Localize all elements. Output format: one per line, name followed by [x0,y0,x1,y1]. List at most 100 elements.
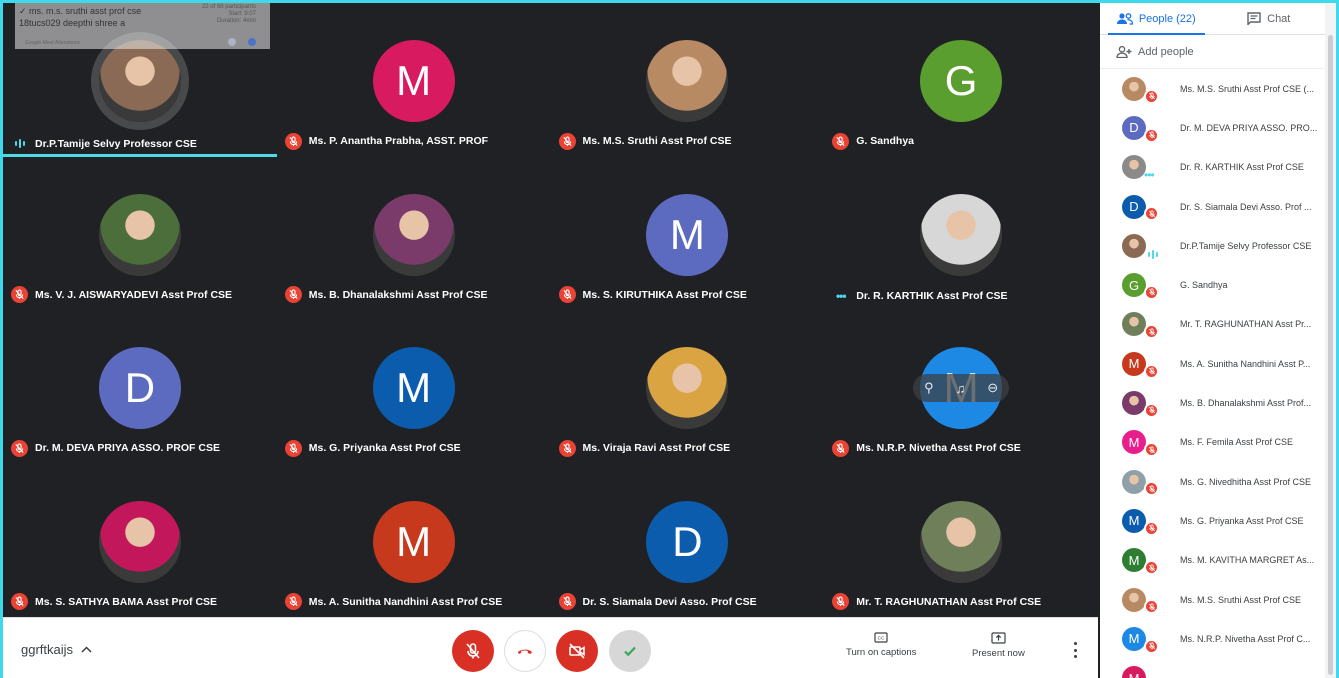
participant-tile[interactable]: Ms. Viraja Ravi Asst Prof CSE [551,310,825,464]
participant-list-item[interactable]: Ms. M.S. Sruthi Asst Prof CSE (... [1100,69,1325,108]
tile-name-label: ••• Dr. R. KARTHIK Asst Prof CSE [832,289,1008,303]
participant-avatar [1122,391,1146,416]
tab-people[interactable]: People (22) [1100,3,1213,35]
mic-off-icon [1144,402,1159,418]
mic-off-icon [466,643,480,659]
participant-status [1144,283,1159,301]
participant-list-item[interactable]: M Ms. N.R.P. Nivetha Asst Prof C... [1100,619,1325,658]
participant-list-name: G. Sandhya [1180,280,1228,291]
participant-tile[interactable]: G G. Sandhya [824,3,1098,157]
mute-participant-icon[interactable]: ♫ [956,381,966,396]
meeting-details-button[interactable]: ggrftkaijs [21,642,92,657]
participant-list-item[interactable]: M [1100,658,1325,678]
avatar-initial: G [1128,277,1140,293]
participant-list-item[interactable]: D Dr. S. Siamala Devi Asso. Prof ... [1100,187,1325,226]
participant-tile[interactable]: M Ms. P. Anantha Prabha, ASST. PROF [277,3,551,157]
participant-status [1144,323,1159,341]
participant-name: Ms. S. SATHYA BAMA Asst Prof CSE [35,595,218,608]
participant-tile[interactable]: Ms. M.S. Sruthi Asst Prof CSE [551,3,825,157]
participant-status [1144,401,1159,419]
participant-list-name: Dr.P.Tamije Selvy Professor CSE [1180,240,1312,251]
participant-list-name: Ms. M.S. Sruthi Asst Prof CSE (... [1180,83,1315,94]
avatar-initial: M [669,210,705,258]
participant-list-item[interactable]: Ms. B. Dhanalakshmi Asst Prof... [1100,383,1325,422]
participant-name: Ms. N.R.P. Nivetha Asst Prof CSE [856,442,1021,454]
connecting-dots-icon: ••• [835,289,847,303]
participant-name: Ms. V. J. AISWARYADEVI Asst Prof CSE [35,288,233,301]
participant-avatar [1122,233,1146,258]
attendance-info-icon[interactable] [248,38,256,46]
tile-name-label: Ms. Viraja Ravi Asst Prof CSE [558,439,730,457]
avatar-initial: M [396,364,432,411]
participant-status [1144,205,1159,223]
tile-name-label: Ms. A. Sunitha Nandhini Asst Prof CSE [284,593,502,610]
speaking-indicator-icon [1144,250,1161,260]
mic-off-icon [284,286,302,303]
avatar-initial: M [1128,631,1140,647]
attendance-line-1: ✓ ms. m.s. sruthi asst prof cse [19,6,142,16]
participant-status [1144,598,1159,616]
participant-tile[interactable]: D Dr. S. Siamala Devi Asso. Prof CSE [551,464,825,618]
present-label: Present now [972,648,1025,659]
mic-off-icon [832,439,850,457]
participant-list-item[interactable]: M Ms. M. KAVITHA MARGRET As... [1100,541,1325,580]
participant-status [1144,362,1159,380]
tab-chat[interactable]: Chat [1213,3,1326,34]
add-people-button[interactable]: Add people [1100,35,1325,69]
add-people-label: Add people [1138,45,1194,58]
people-panel: People (22) Chat Add people Ms. M.S. Sru… [1100,3,1325,678]
attendance-toggle-icon[interactable] [228,38,236,46]
people-icon [1116,12,1133,25]
avatar-initial: D [124,364,156,411]
participant-tile[interactable]: Ms. V. J. AISWARYADEVI Asst Prof CSE [3,157,277,311]
participant-list-item[interactable]: G G. Sandhya [1100,265,1325,304]
participant-tile[interactable]: Mr. T. RAGHUNATHAN Asst Prof CSE [824,464,1098,618]
scrollbar-thumb[interactable] [1328,35,1333,675]
participant-list-item[interactable]: M Ms. F. Femila Asst Prof CSE [1100,423,1325,462]
leave-call-button[interactable] [504,630,546,672]
participant-tile[interactable]: M Ms. G. Priyanka Asst Prof CSE [277,310,551,464]
participant-list-item[interactable]: M Ms. A. Sunitha Nandhini Asst P... [1100,344,1325,383]
participant-list-item[interactable]: D Dr. M. DEVA PRIYA ASSO. PRO... [1100,108,1325,147]
participant-tile[interactable]: Ms. B. Dhanalakshmi Asst Prof CSE [277,157,551,311]
captions-button[interactable]: CC Turn on captions [846,632,916,658]
participant-tile[interactable]: ••• Dr. R. KARTHIK Asst Prof CSE [824,157,1098,311]
participant-avatar: M [1122,626,1146,651]
tile-name-label: Ms. P. Anantha Prabha, ASST. PROF [284,132,488,150]
participant-tile[interactable]: M⚲♫⊖Ms. N.R.P. Nivetha Asst Prof CSE [824,310,1098,464]
participant-list-item[interactable]: ••• Dr. R. KARTHIK Asst Prof CSE [1100,148,1325,187]
mic-off-icon [1144,324,1159,340]
connecting-dots-icon: ••• [1144,167,1155,182]
participant-status [1144,244,1161,262]
participant-avatar: M [1122,666,1146,678]
mic-off-icon [11,593,28,610]
present-button[interactable]: Present now [972,632,1025,659]
participant-tile[interactable]: M Ms. S. KIRUTHIKA Asst Prof CSE [551,157,825,311]
mic-off-icon [284,439,302,457]
participant-list-item[interactable]: Dr.P.Tamije Selvy Professor CSE [1100,226,1325,265]
participant-list-item[interactable]: Ms. M.S. Sruthi Asst Prof CSE [1100,580,1325,619]
mic-toggle-button[interactable] [452,630,494,672]
attendance-overlay: ✓ ms. m.s. sruthi asst prof cse 18tucs02… [15,3,270,49]
participant-avatar [1122,312,1146,337]
participant-tile[interactable]: M Ms. A. Sunitha Nandhini Asst Prof CSE [277,464,551,618]
participant-list-item[interactable]: M Ms. G. Priyanka Asst Prof CSE [1100,501,1325,540]
more-options-icon[interactable] [1071,642,1079,658]
remove-icon[interactable]: ⊖ [987,380,998,396]
panel-scrollbar[interactable] [1325,3,1336,678]
mic-off-icon [284,593,302,610]
participant-list-item[interactable]: Ms. G. Nivedhitha Asst Prof CSE [1100,462,1325,501]
avatar-initial: M [1128,434,1140,450]
camera-toggle-button[interactable] [556,630,598,672]
participant-avatar [372,193,455,276]
tile-name-label: Ms. S. KIRUTHIKA Asst Prof CSE [558,286,747,303]
mic-off-icon [1144,88,1159,104]
participant-tile[interactable]: D Dr. M. DEVA PRIYA ASSO. PROF CSE [3,310,277,464]
tab-chat-label: Chat [1267,12,1291,25]
participant-tile[interactable]: Ms. S. SATHYA BAMA Asst Prof CSE [3,464,277,618]
participant-name: Mr. T. RAGHUNATHAN Asst Prof CSE [856,595,1042,608]
attendance-line-2: 18tucs029 deepthi shree a [19,18,126,28]
pin-icon[interactable]: ⚲ [924,380,934,396]
attendance-extension-button[interactable] [609,630,651,672]
participant-list-item[interactable]: Mr. T. RAGHUNATHAN Asst Pr... [1100,305,1325,344]
